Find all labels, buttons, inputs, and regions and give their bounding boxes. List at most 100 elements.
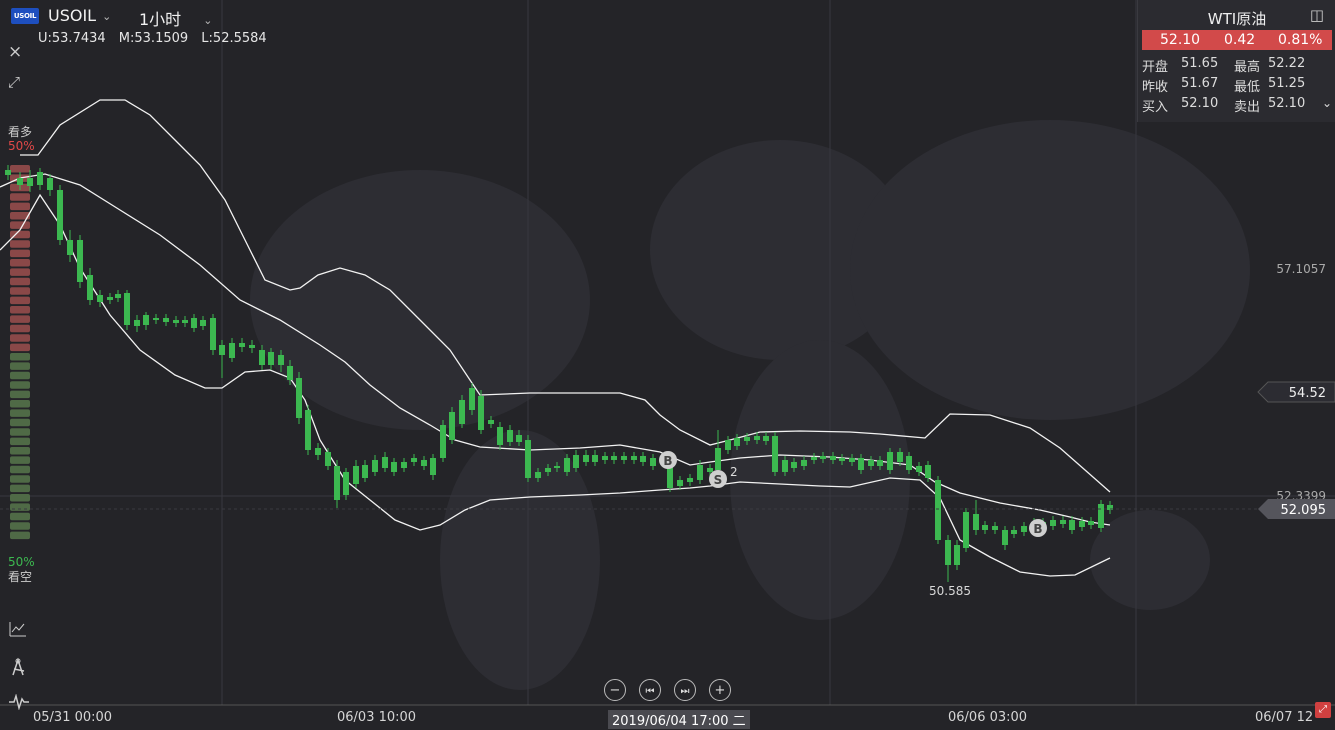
candle-down bbox=[401, 462, 407, 468]
candle-down bbox=[97, 295, 103, 302]
candle-down bbox=[954, 545, 960, 565]
y-label-level2: 54.52 bbox=[1289, 386, 1326, 401]
candle-down bbox=[57, 190, 63, 240]
sentiment-bull-segment bbox=[10, 240, 30, 248]
candle-down bbox=[849, 458, 855, 462]
trade-marker-sell[interactable]: S bbox=[709, 470, 727, 488]
sentiment-bull: 看多 50% bbox=[8, 125, 35, 153]
sentiment-bull-segment bbox=[10, 324, 30, 333]
open-value: 51.65 bbox=[1181, 56, 1219, 71]
quote-price: 52.10 bbox=[1160, 32, 1201, 48]
candle-down bbox=[897, 452, 903, 462]
sentiment-bear-segment bbox=[10, 475, 30, 483]
candle-down bbox=[687, 478, 693, 482]
candle-down bbox=[200, 320, 206, 326]
sentiment-bear-segment bbox=[10, 400, 30, 408]
bid-value: 52.10 bbox=[1181, 96, 1219, 111]
candle-down bbox=[315, 448, 321, 455]
price-chart[interactable]: B S 2 B 50.585 57.1057 54.52 52.3399 52.… bbox=[0, 0, 1335, 730]
candle-down bbox=[640, 456, 646, 462]
symbol-selector[interactable]: USOIL ⌄ bbox=[48, 6, 111, 25]
sentiment-bull-segment bbox=[10, 306, 30, 314]
indicator-icon[interactable] bbox=[8, 693, 30, 714]
prev-icon: ⏮ bbox=[645, 686, 655, 697]
candle-down bbox=[343, 472, 349, 495]
candle-down bbox=[725, 440, 731, 450]
candle-down bbox=[449, 412, 455, 440]
trade-marker-count: 2 bbox=[730, 465, 738, 479]
sentiment-bear-segment bbox=[10, 456, 30, 464]
timeframe-selector[interactable]: 1小时 ⌄ bbox=[139, 6, 212, 30]
candle-down bbox=[459, 400, 465, 424]
candle-down bbox=[134, 320, 140, 326]
candle-down bbox=[754, 436, 760, 440]
candle-down bbox=[945, 540, 951, 565]
candle-down bbox=[440, 425, 446, 458]
sentiment-bull-segment bbox=[10, 249, 30, 258]
expand-icon[interactable]: ⤢ bbox=[8, 73, 20, 91]
candle-down bbox=[982, 525, 988, 530]
quote-change: 0.42 bbox=[1224, 32, 1256, 48]
drawing-tool-icon[interactable] bbox=[8, 657, 28, 681]
sentiment-bear-segment bbox=[10, 428, 30, 436]
close-icon[interactable]: × bbox=[8, 42, 22, 62]
candle-down bbox=[525, 440, 531, 478]
candle-down bbox=[592, 455, 598, 462]
chevron-down-icon: ⌄ bbox=[203, 14, 213, 27]
trade-marker-buy-2[interactable]: B bbox=[1029, 519, 1047, 537]
ask-label: 卖出 bbox=[1234, 100, 1261, 115]
bid-label: 买入 bbox=[1142, 100, 1169, 115]
sentiment-bull-segment bbox=[10, 221, 30, 229]
sentiment-bull-segment bbox=[10, 334, 30, 342]
trade-marker-buy-1[interactable]: B bbox=[659, 451, 677, 469]
candle-down bbox=[488, 420, 494, 424]
chart-header: USOIL USOIL ⌄ 1小时 ⌄ bbox=[0, 0, 1135, 34]
candle-down bbox=[621, 456, 627, 460]
candle-down bbox=[602, 456, 608, 460]
sentiment-bull-segment bbox=[10, 165, 30, 173]
bollinger-values: U:53.7434 M:53.1509 L:52.5584 bbox=[38, 31, 276, 46]
candle-down bbox=[296, 378, 302, 418]
candle-down bbox=[17, 178, 23, 185]
candle-down bbox=[535, 472, 541, 478]
sentiment-bear-segment bbox=[10, 494, 30, 502]
candle-down bbox=[259, 350, 265, 365]
panel-toggle-icon[interactable]: ◫ bbox=[1310, 6, 1324, 24]
candle-down bbox=[650, 458, 656, 466]
candle-down bbox=[820, 456, 826, 459]
world-map-background bbox=[250, 120, 1250, 690]
candle-down bbox=[925, 465, 931, 478]
next-icon: ⏭ bbox=[680, 686, 690, 697]
candle-down bbox=[782, 460, 788, 472]
plus-icon: + bbox=[714, 683, 726, 698]
sentiment-bear-segment bbox=[10, 522, 30, 530]
candle-down bbox=[353, 466, 359, 484]
sentiment-bear-label: 看空 bbox=[8, 570, 33, 584]
candle-down bbox=[497, 427, 503, 445]
symbol-logo: USOIL bbox=[11, 8, 39, 24]
candle-down bbox=[992, 526, 998, 530]
zoom-in-button[interactable]: + bbox=[709, 679, 731, 701]
candle-down bbox=[1011, 530, 1017, 534]
candle-down bbox=[87, 275, 93, 300]
sentiment-bear-segment bbox=[10, 531, 30, 540]
chart-type-icon[interactable] bbox=[8, 620, 28, 642]
candle-down bbox=[858, 458, 864, 470]
candle-down bbox=[287, 366, 293, 380]
candle-down bbox=[772, 436, 778, 472]
candle-down bbox=[763, 436, 769, 441]
candle-down bbox=[382, 457, 388, 468]
quote-title: WTI原油 bbox=[1207, 10, 1267, 28]
candle-down bbox=[839, 458, 845, 461]
chevron-down-icon[interactable]: ⌄ bbox=[1322, 96, 1332, 110]
fullscreen-icon[interactable]: ⤢ bbox=[1315, 702, 1331, 718]
quote-change-pct: 0.81% bbox=[1278, 32, 1323, 48]
candle-down bbox=[124, 293, 130, 325]
scroll-start-button[interactable]: ⏮ bbox=[639, 679, 661, 701]
bollinger-middle-value: M:53.1509 bbox=[118, 31, 189, 46]
scroll-end-button[interactable]: ⏭ bbox=[674, 679, 696, 701]
candle-down bbox=[697, 465, 703, 480]
ask-value: 52.10 bbox=[1268, 96, 1306, 111]
candle-down bbox=[67, 240, 73, 255]
zoom-out-button[interactable]: − bbox=[604, 679, 626, 701]
